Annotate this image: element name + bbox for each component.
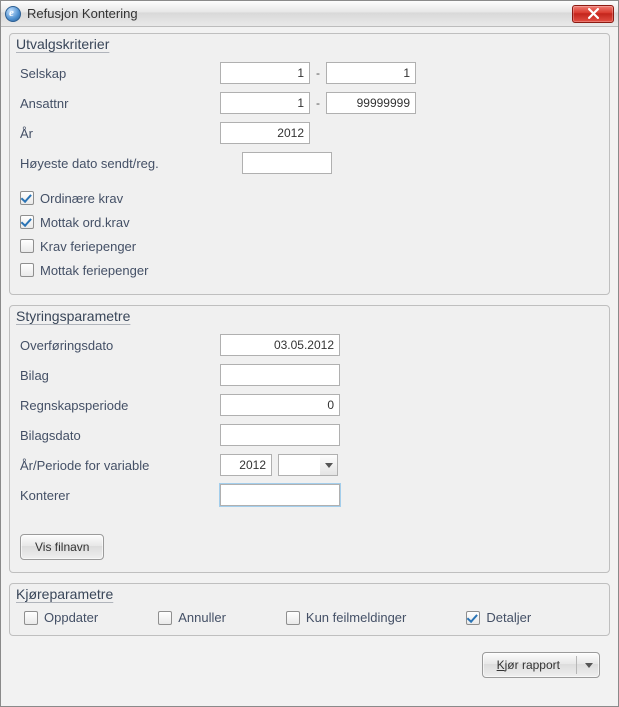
bilagsdato-input[interactable] <box>220 424 340 446</box>
mottak-ferie-checkbox[interactable] <box>20 263 34 277</box>
aarperiode-label: År/Periode for variable <box>20 458 220 473</box>
krav-ferie-label: Krav feriepenger <box>40 239 136 254</box>
overforingsdato-label: Overføringsdato <box>20 338 220 353</box>
footer: Kjør rapport <box>9 646 610 688</box>
ansattnr-label: Ansattnr <box>20 96 220 111</box>
overforingsdato-input[interactable] <box>220 334 340 356</box>
detaljer-checkbox[interactable] <box>466 611 480 625</box>
regnskapsperiode-label: Regnskapsperiode <box>20 398 220 413</box>
range-dash: - <box>316 66 320 80</box>
run-report-label: Kjør rapport <box>497 658 560 672</box>
ansattnr-from-input[interactable] <box>220 92 310 114</box>
group-legend: Utvalgskriterier <box>16 36 109 52</box>
mottak-ord-label: Mottak ord.krav <box>40 215 130 230</box>
close-icon <box>588 8 599 19</box>
group-styringsparametre: Styringsparametre Overføringsdato Bilag … <box>9 305 610 573</box>
oppdater-checkbox[interactable] <box>24 611 38 625</box>
selskap-to-input[interactable] <box>326 62 416 84</box>
hoyeste-label: Høyeste dato sendt/reg. <box>20 156 220 171</box>
kunfeil-label: Kun feilmeldinger <box>306 610 406 625</box>
ordinaere-checkbox[interactable] <box>20 191 34 205</box>
bilag-input[interactable] <box>220 364 340 386</box>
group-legend: Styringsparametre <box>16 308 130 324</box>
mottak-ord-checkbox[interactable] <box>20 215 34 229</box>
group-utvalgskriterier: Utvalgskriterier Selskap - Ansattnr - År… <box>9 33 610 295</box>
vis-filnavn-label: Vis filnavn <box>35 540 89 554</box>
ordinaere-label: Ordinære krav <box>40 191 123 206</box>
chevron-down-icon <box>320 454 338 476</box>
group-legend: Kjøreparametre <box>16 586 113 602</box>
aarperiode-year-input[interactable] <box>220 454 272 476</box>
app-icon <box>5 6 21 22</box>
selskap-from-input[interactable] <box>220 62 310 84</box>
bilag-label: Bilag <box>20 368 220 383</box>
bilagsdato-label: Bilagsdato <box>20 428 220 443</box>
regnskapsperiode-input[interactable] <box>220 394 340 416</box>
aar-input[interactable] <box>220 122 310 144</box>
konterer-input[interactable] <box>220 484 340 506</box>
aarperiode-period-select[interactable] <box>278 454 338 476</box>
range-dash: - <box>316 96 320 110</box>
konterer-label: Konterer <box>20 488 220 503</box>
krav-ferie-checkbox[interactable] <box>20 239 34 253</box>
oppdater-label: Oppdater <box>44 610 98 625</box>
close-button[interactable] <box>572 5 614 23</box>
mottak-ferie-label: Mottak feriepenger <box>40 263 148 278</box>
kunfeil-checkbox[interactable] <box>286 611 300 625</box>
chevron-down-icon <box>585 663 593 668</box>
selskap-label: Selskap <box>20 66 220 81</box>
ansattnr-to-input[interactable] <box>326 92 416 114</box>
window-title: Refusjon Kontering <box>27 6 572 21</box>
detaljer-label: Detaljer <box>486 610 531 625</box>
group-kjoreparametre: Kjøreparametre Oppdater Annuller Kun fei… <box>9 583 610 636</box>
aar-label: År <box>20 126 220 141</box>
aarperiode-period-input[interactable] <box>278 454 320 476</box>
vis-filnavn-button[interactable]: Vis filnavn <box>20 534 104 560</box>
annuller-checkbox[interactable] <box>158 611 172 625</box>
run-report-button[interactable]: Kjør rapport <box>482 652 600 678</box>
dialog-window: Refusjon Kontering Utvalgskriterier Sels… <box>0 0 619 707</box>
titlebar: Refusjon Kontering <box>1 1 618 27</box>
annuller-label: Annuller <box>178 610 226 625</box>
hoyeste-input[interactable] <box>242 152 332 174</box>
content-area: Utvalgskriterier Selskap - Ansattnr - År… <box>1 27 618 706</box>
